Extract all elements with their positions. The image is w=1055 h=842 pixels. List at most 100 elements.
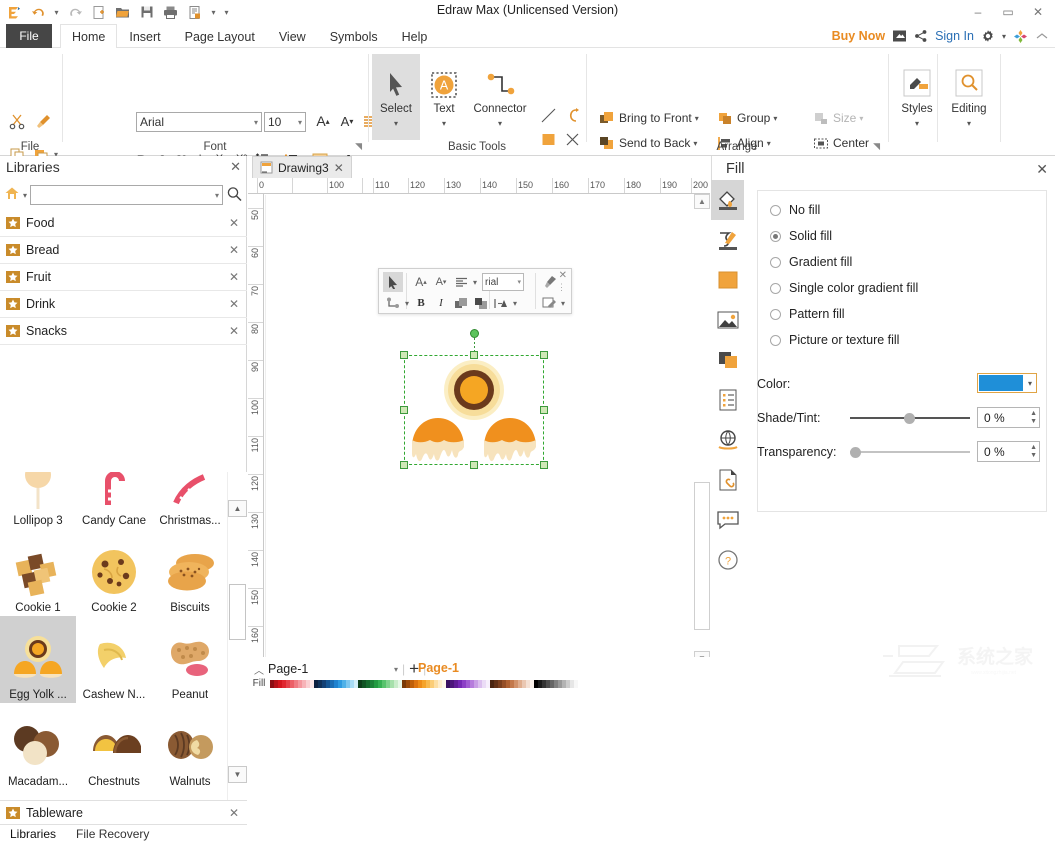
radio-picture-texture-fill[interactable] (770, 334, 781, 346)
shadow-icon[interactable] (711, 340, 744, 380)
format-painter-icon[interactable] (32, 110, 54, 132)
cut-icon[interactable] (6, 110, 28, 132)
tab-file-recovery[interactable]: File Recovery (66, 827, 159, 841)
scrollbar-thumb[interactable] (229, 584, 246, 640)
fill-option-picture-or-texture-fill[interactable]: Picture or texture fill (770, 333, 899, 347)
library-category-close-icon[interactable]: ✕ (229, 216, 239, 230)
comment-icon[interactable] (711, 500, 744, 540)
styles-button[interactable]: Styles ▾ (893, 54, 941, 140)
align-dropdown-icon[interactable] (491, 293, 511, 313)
floating-font-caret[interactable]: ▾ (518, 278, 522, 286)
transparency-slider-knob[interactable] (850, 446, 861, 458)
library-category-close-icon[interactable]: ✕ (229, 806, 239, 820)
tab-view[interactable]: View (267, 24, 318, 48)
home-library-icon[interactable] (4, 186, 20, 204)
shape-grid-scrollbar[interactable]: ▲ ▼ (227, 472, 247, 800)
fill-color-caret[interactable]: ▾ (1024, 379, 1036, 388)
libraries-close-icon[interactable]: ✕ (230, 159, 241, 175)
shape-item-peanut[interactable]: Peanut (152, 616, 228, 703)
minimize-button[interactable]: – (963, 0, 993, 24)
bring-to-front-caret[interactable]: ▾ (695, 114, 699, 123)
shade-value-input[interactable]: 0 % ▲ ▼ (977, 407, 1040, 428)
shape-item-cookie-1[interactable]: Cookie 1 (0, 529, 76, 616)
attachment-icon[interactable] (711, 460, 744, 500)
horizontal-ruler[interactable]: 0 100 110 120 130 140 150 160 170 180 19… (248, 178, 710, 194)
canvas-scroll-up-arrow[interactable]: ▲ (694, 194, 710, 209)
library-category-tableware[interactable]: Tableware ✕ (0, 800, 247, 825)
tool-text-caret[interactable]: ▾ (442, 119, 446, 128)
tab-libraries[interactable]: Libraries (0, 827, 66, 841)
fill-option-pattern-fill[interactable]: Pattern fill (770, 307, 845, 321)
scroll-up-arrow[interactable]: ▲ (228, 500, 247, 517)
grow-font-icon[interactable]: A ▴ (411, 272, 431, 292)
spin-up[interactable]: ▲ (1030, 444, 1037, 452)
egg-yolk-shape[interactable] (404, 355, 544, 465)
tool-select-caret[interactable]: ▾ (394, 119, 398, 128)
picture-icon[interactable] (711, 300, 744, 340)
grow-font-icon[interactable]: A ▴ (312, 110, 334, 132)
fill-option-solid-fill[interactable]: Solid fill (770, 229, 832, 243)
document-tab-close-icon[interactable]: ✕ (334, 161, 344, 175)
properties-icon[interactable] (711, 380, 744, 420)
shape-item-cashew-nut[interactable]: Cashew N... (76, 616, 152, 703)
shape-item-biscuits[interactable]: Biscuits (152, 529, 228, 616)
shape-item-macadamia[interactable]: Macadam... (0, 703, 76, 790)
fill-panel-close-icon[interactable]: ✕ (1036, 161, 1048, 178)
editing-caret[interactable]: ▾ (967, 119, 971, 128)
font-name-input[interactable]: Arial ▾ (136, 112, 262, 132)
library-category-close-icon[interactable]: ✕ (229, 243, 239, 257)
fill-option-no-fill[interactable]: No fill (770, 203, 820, 217)
radio-no-fill[interactable] (770, 204, 781, 216)
library-category-close-icon[interactable]: ✕ (229, 297, 239, 311)
resize-handle-n[interactable] (470, 351, 478, 359)
spin-down[interactable]: ▼ (1030, 452, 1037, 460)
maximize-button[interactable]: ▭ (993, 0, 1023, 24)
transparency-spinner[interactable]: ▲ ▼ (1030, 443, 1037, 460)
library-category-fruit[interactable]: Fruit ✕ (0, 264, 247, 291)
floating-bold-button[interactable]: B (411, 293, 431, 313)
fill-style-caret[interactable]: ▾ (559, 299, 567, 308)
page-collapse-icon[interactable]: ︿ (254, 662, 264, 677)
bring-to-front-button[interactable]: Bring to Front ▾ (596, 106, 702, 130)
buy-now-button[interactable]: Buy Now (832, 29, 885, 43)
tool-connector[interactable]: Connector ▾ (468, 54, 532, 140)
radio-solid-fill[interactable] (770, 230, 781, 242)
shape-item-walnuts[interactable]: Walnuts (152, 703, 228, 790)
shrink-font-icon[interactable]: A ▾ (431, 272, 451, 292)
transparency-slider[interactable] (850, 445, 970, 459)
vertical-ruler[interactable]: 50 60 70 80 90 100 110 120 130 140 150 1… (248, 194, 264, 666)
shape-item-candy-cane[interactable]: Candy Cane (76, 472, 152, 529)
radio-gradient-fill[interactable] (770, 256, 781, 268)
fill-color-palette[interactable]: Fill (248, 678, 1055, 689)
pointer-icon[interactable] (383, 272, 403, 292)
edraw-color-logo-icon[interactable] (1013, 29, 1028, 44)
resize-handle-e[interactable] (540, 406, 548, 414)
cloud-share-icon[interactable] (892, 29, 907, 43)
library-category-close-icon[interactable]: ✕ (229, 324, 239, 338)
tab-home[interactable]: Home (60, 24, 118, 49)
tool-select[interactable]: Select ▾ (372, 54, 420, 140)
shade-slider[interactable] (850, 411, 970, 425)
tool-text[interactable]: A Text ▾ (420, 54, 468, 140)
fill-color-button[interactable]: ▾ (977, 373, 1037, 393)
size-button[interactable]: Size ▾ (810, 106, 866, 130)
group-caret[interactable]: ▾ (773, 114, 777, 123)
line-icon[interactable] (537, 104, 559, 126)
close-button[interactable]: ✕ (1023, 0, 1053, 24)
font-size-input[interactable]: 10 ▾ (264, 112, 306, 132)
group-button[interactable]: Group ▾ (714, 106, 780, 130)
page-tab-page-1[interactable]: Page-1 (418, 661, 459, 675)
arrange-dialog-launcher[interactable]: ◥ (873, 141, 880, 152)
tool-connector-caret[interactable]: ▾ (498, 119, 502, 128)
shape-item-cookie-2[interactable]: Cookie 2 (76, 529, 152, 616)
fill-bucket-icon[interactable] (711, 180, 744, 220)
resize-handle-se[interactable] (540, 461, 548, 469)
radio-pattern-fill[interactable] (770, 308, 781, 320)
floating-font-name-input[interactable]: rial ▾ (482, 273, 525, 291)
align-caret[interactable]: ▾ (471, 278, 479, 287)
fill-style-icon[interactable] (539, 293, 559, 313)
tab-symbols[interactable]: Symbols (318, 24, 390, 48)
spin-down[interactable]: ▼ (1030, 418, 1037, 426)
resize-handle-w[interactable] (400, 406, 408, 414)
hyperlink-icon[interactable] (711, 420, 744, 460)
